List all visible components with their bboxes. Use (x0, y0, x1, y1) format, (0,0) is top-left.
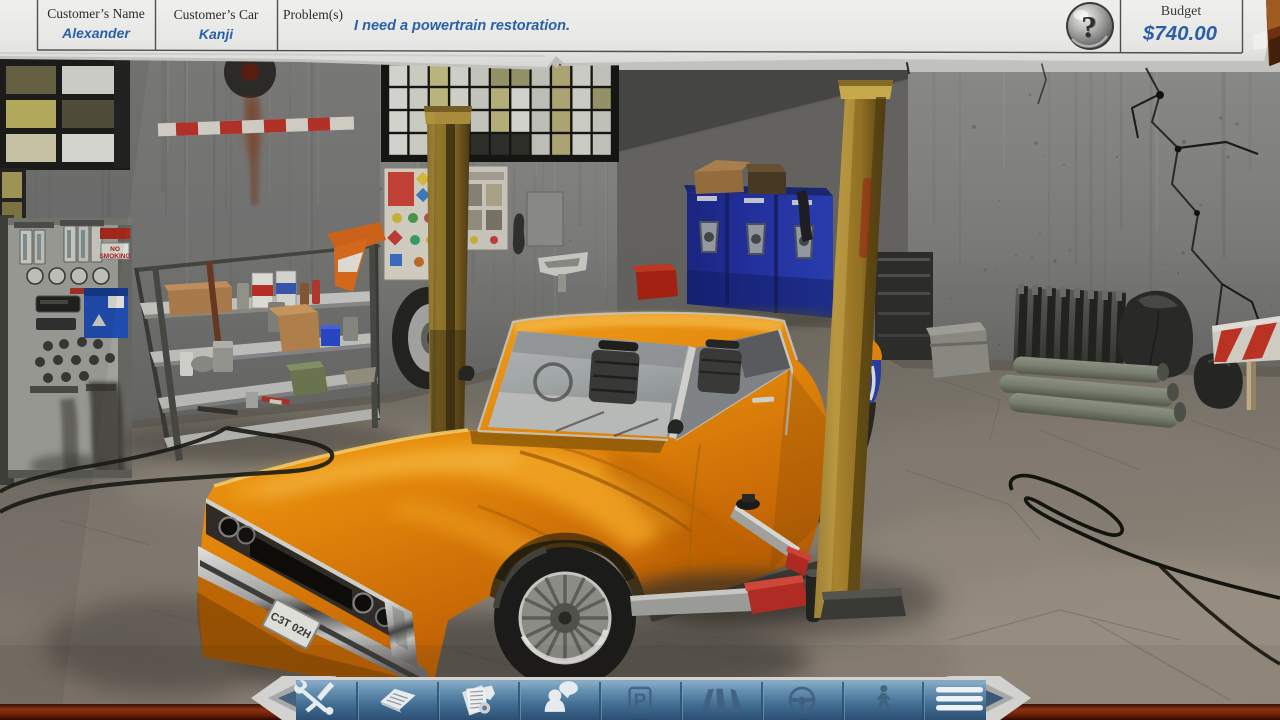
svg-text:I need a powertrain restoratio: I need a powertrain restoration. (354, 18, 570, 34)
svg-text:$740.00: $740.00 (1142, 22, 1218, 45)
svg-text:Problem(s): Problem(s) (283, 7, 343, 22)
svg-text:P: P (634, 691, 647, 712)
svg-text:Budget: Budget (1161, 4, 1202, 19)
svg-text:?: ? (1081, 9, 1097, 44)
svg-text:Alexander: Alexander (61, 25, 131, 41)
svg-text:Kanji: Kanji (199, 26, 234, 42)
svg-text:Customer’s Car: Customer’s Car (174, 7, 259, 22)
svg-text:Customer’s Name: Customer’s Name (47, 6, 145, 21)
